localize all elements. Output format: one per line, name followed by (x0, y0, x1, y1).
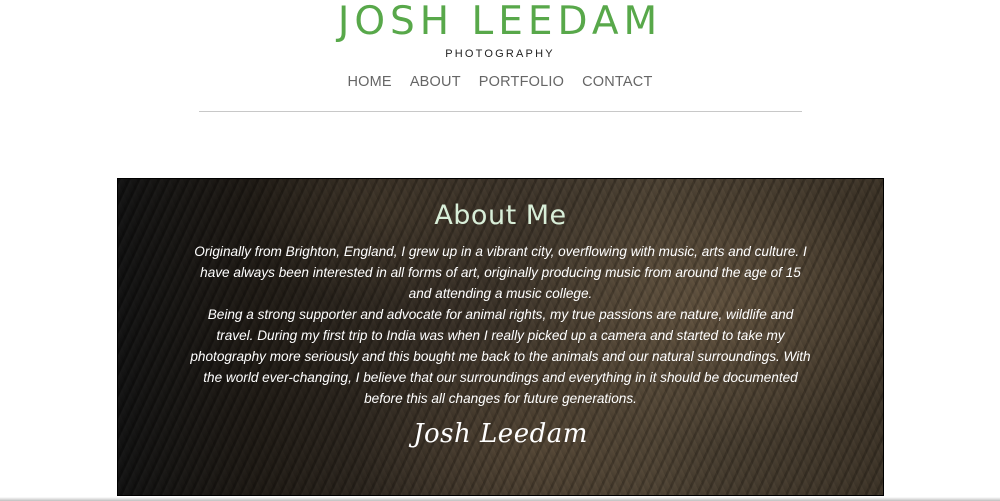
about-panel: About Me Originally from Brighton, Engla… (117, 178, 884, 496)
header-divider (198, 111, 802, 112)
brand-name[interactable]: JOSH LEEDAM (0, 2, 1000, 41)
nav-home-link[interactable]: HOME (348, 74, 392, 90)
main-nav: HOME ABOUT PORTFOLIO CONTACT (0, 74, 1000, 90)
nav-contact-link[interactable]: CONTACT (582, 74, 652, 90)
about-title: About Me (434, 200, 567, 231)
bottom-shadow (0, 497, 1000, 501)
about-paragraph: Originally from Brighton, England, I gre… (188, 241, 813, 409)
page: JOSH LEEDAM PHOTOGRAPHY HOME ABOUT PORTF… (0, 0, 1000, 501)
site-header: JOSH LEEDAM PHOTOGRAPHY HOME ABOUT PORTF… (0, 0, 1000, 112)
about-signature: Josh Leedam (413, 419, 588, 450)
about-paragraph-2: Being a strong supporter and advocate fo… (190, 307, 811, 407)
about-paragraph-1: Originally from Brighton, England, I gre… (194, 244, 807, 302)
brand-tagline: PHOTOGRAPHY (445, 48, 555, 60)
nav-about-link[interactable]: ABOUT (410, 74, 461, 90)
about-content: About Me Originally from Brighton, Engla… (118, 179, 883, 449)
nav-portfolio-link[interactable]: PORTFOLIO (479, 74, 564, 90)
